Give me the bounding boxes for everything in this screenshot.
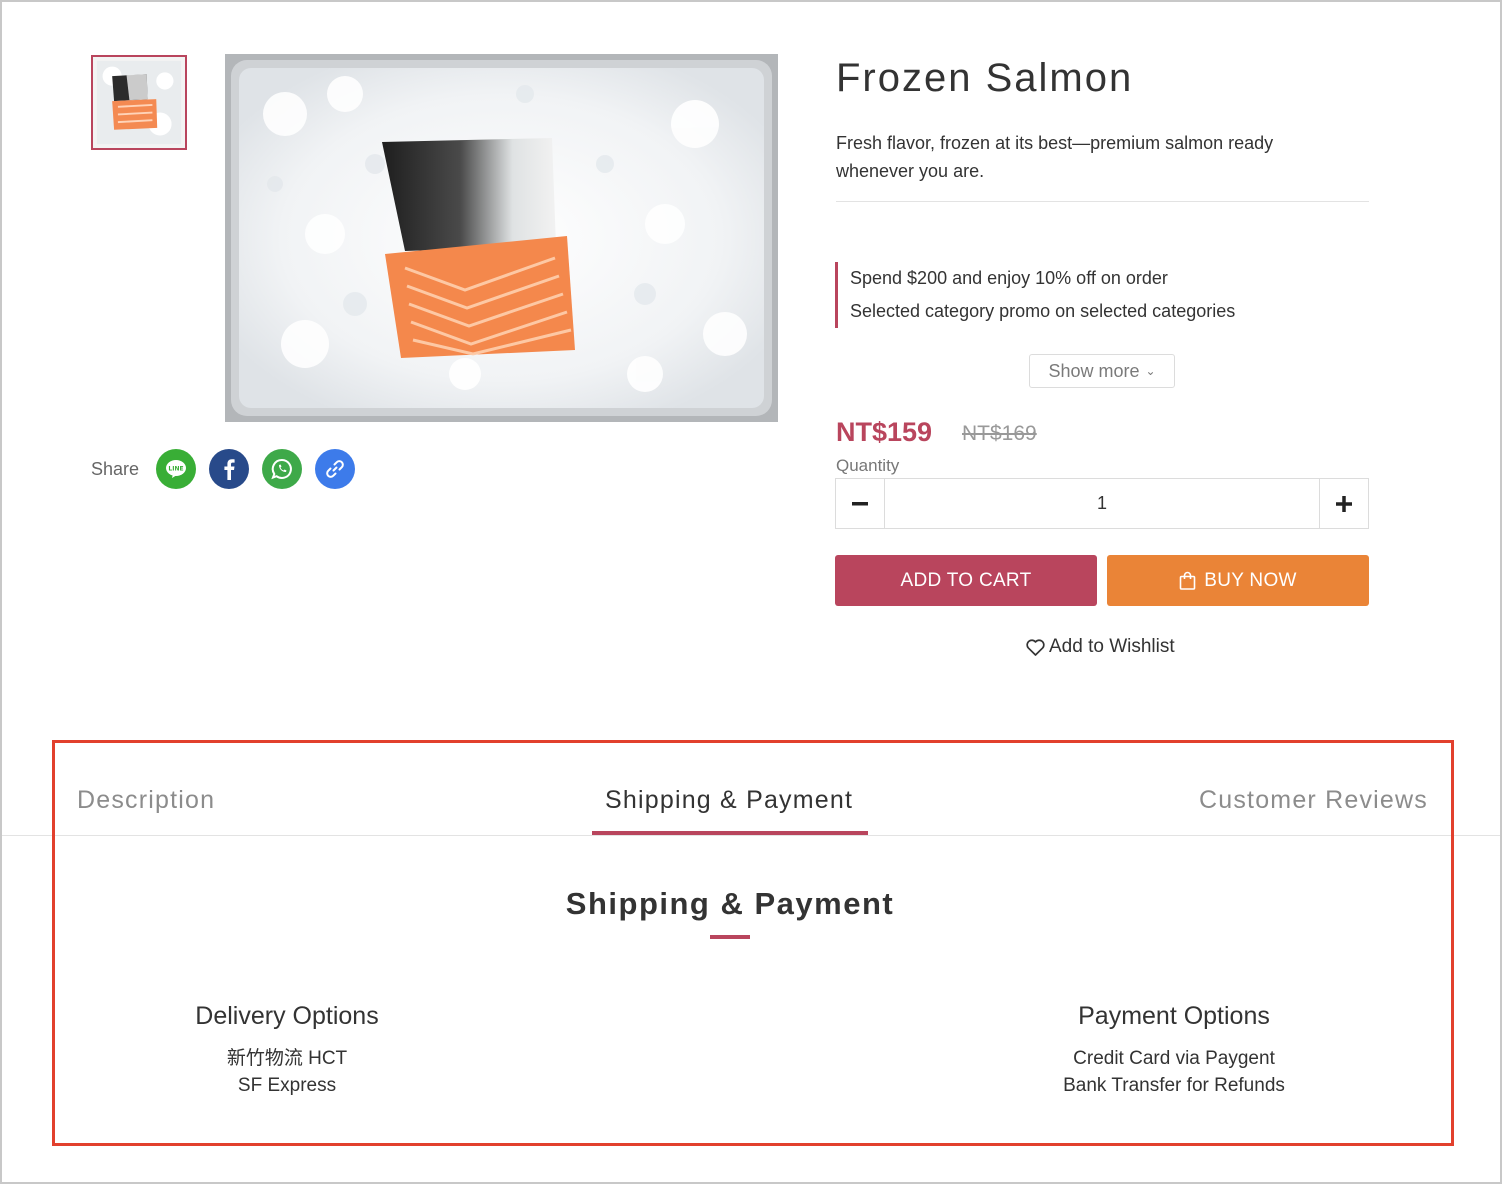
buy-now-button[interactable]: BUY NOW bbox=[1107, 555, 1369, 606]
share-facebook-button[interactable] bbox=[209, 449, 250, 489]
tab-customer-reviews[interactable]: Customer Reviews bbox=[1199, 786, 1428, 815]
delivery-options: Delivery Options 新竹物流 HCT SF Express bbox=[137, 1002, 437, 1099]
payment-options-title: Payment Options bbox=[1078, 1002, 1270, 1030]
active-tab-indicator bbox=[592, 831, 868, 835]
share-bar: Share LINE bbox=[91, 449, 368, 489]
add-to-cart-button[interactable]: ADD TO CART bbox=[835, 555, 1097, 606]
minus-icon bbox=[852, 501, 868, 505]
share-line-button[interactable]: LINE bbox=[156, 449, 197, 489]
plus-icon bbox=[1336, 495, 1352, 512]
wishlist-label: Add to Wishlist bbox=[1049, 636, 1175, 657]
payment-option-item: Bank Transfer for Refunds bbox=[1063, 1075, 1285, 1096]
payment-options: Payment Options Credit Card via Paygent … bbox=[1024, 1002, 1324, 1099]
product-thumbnail[interactable] bbox=[91, 55, 187, 150]
quantity-decrease-button[interactable] bbox=[836, 479, 885, 528]
share-label: Share bbox=[91, 458, 140, 479]
delivery-option-item: SF Express bbox=[237, 1075, 337, 1096]
delivery-option-item: 新竹物流 HCT bbox=[226, 1048, 348, 1069]
main-product-image[interactable] bbox=[225, 54, 778, 422]
shopping-bag-icon bbox=[1179, 571, 1196, 590]
show-more-button[interactable]: Show more ⌄ bbox=[1029, 354, 1175, 388]
salmon-on-ice-image bbox=[225, 54, 778, 422]
original-price: NT$169 bbox=[962, 422, 1037, 445]
line-icon: LINE bbox=[166, 460, 187, 478]
quantity-increase-button[interactable] bbox=[1319, 479, 1368, 528]
quantity-label: Quantity bbox=[836, 456, 900, 475]
quantity-stepper bbox=[835, 478, 1369, 529]
tabs-divider bbox=[0, 835, 1502, 836]
heart-icon bbox=[1026, 638, 1045, 656]
chevron-down-icon: ⌄ bbox=[1145, 364, 1156, 378]
section-title-underline bbox=[710, 935, 750, 939]
product-subtitle: Fresh flavor, frozen at its best—premium… bbox=[836, 133, 1274, 181]
promotion-item: Selected category promo on selected cate… bbox=[850, 301, 1236, 321]
product-title: Frozen Salmon bbox=[836, 56, 1134, 100]
tab-shipping-payment[interactable]: Shipping & Payment bbox=[605, 786, 853, 815]
share-whatsapp-button[interactable] bbox=[262, 449, 303, 489]
facebook-icon bbox=[224, 459, 235, 480]
delivery-options-title: Delivery Options bbox=[195, 1002, 379, 1030]
sale-price: NT$159 bbox=[836, 417, 933, 447]
tab-description[interactable]: Description bbox=[77, 786, 215, 815]
add-to-cart-label: ADD TO CART bbox=[900, 569, 1032, 591]
salmon-thumbnail-image bbox=[93, 57, 185, 148]
buy-now-label: BUY NOW bbox=[1204, 569, 1297, 591]
show-more-label: Show more bbox=[1048, 360, 1140, 381]
link-icon bbox=[326, 460, 344, 478]
share-copy-link-button[interactable] bbox=[315, 449, 356, 489]
payment-option-item: Credit Card via Paygent bbox=[1073, 1048, 1275, 1069]
svg-text:LINE: LINE bbox=[168, 466, 183, 473]
whatsapp-icon bbox=[271, 458, 292, 480]
promotion-item: Spend $200 and enjoy 10% off on order bbox=[850, 268, 1168, 288]
quantity-input[interactable] bbox=[885, 479, 1319, 528]
divider bbox=[836, 201, 1369, 202]
section-title: Shipping & Payment bbox=[565, 886, 895, 921]
add-to-wishlist-link[interactable]: Add to Wishlist bbox=[1026, 634, 1175, 660]
promotions-list: Spend $200 and enjoy 10% off on order Se… bbox=[835, 262, 1235, 328]
